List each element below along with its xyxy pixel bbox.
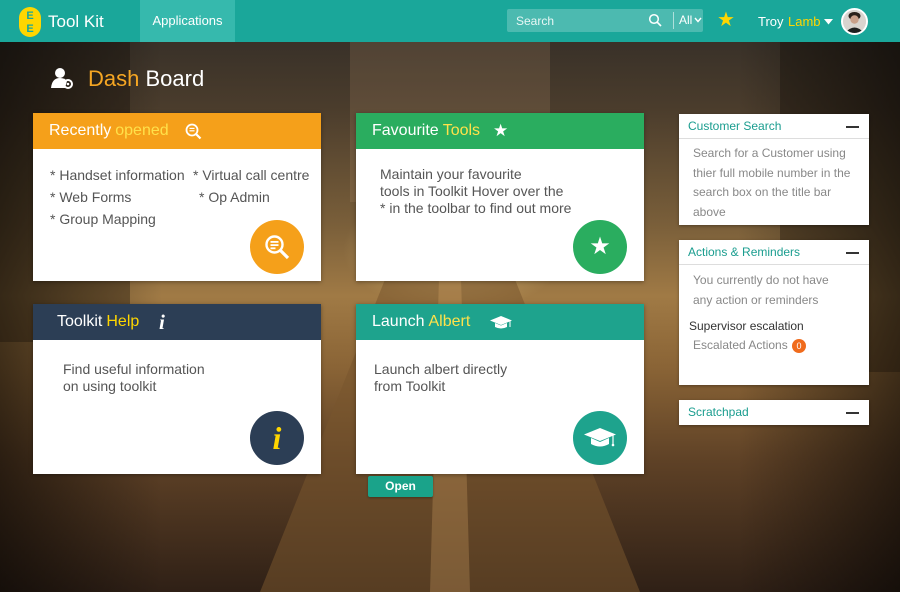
logo-letter: E (26, 23, 34, 35)
panel-title: Scratchpad (688, 405, 749, 419)
recent-item[interactable]: * Op Admin (199, 189, 270, 205)
favourite-star-button[interactable]: ★ (573, 220, 627, 274)
recently-opened-card: Recently opened * Handset information * V… (33, 113, 321, 281)
info-icon: i (159, 310, 165, 334)
card-title-highlight: Help (106, 313, 140, 330)
help-text: Find useful information on using toolkit (63, 361, 205, 395)
customer-search-header[interactable]: Customer Search (679, 114, 869, 139)
favourite-tools-header: Favourite Tools ★ (356, 113, 644, 149)
star-icon: ★ (493, 121, 509, 140)
albert-text: Launch albert directly from Toolkit (374, 361, 507, 395)
card-title-highlight: Albert (428, 313, 471, 330)
favourite-line: Maintain your favourite (380, 166, 522, 182)
actions-reminders-panel: Actions & Reminders You currently do not… (679, 240, 869, 385)
page-title: Dash Board (88, 66, 204, 92)
albert-launch-button[interactable] (573, 411, 627, 465)
avatar-person-icon (843, 10, 866, 33)
search-document-icon (265, 235, 290, 260)
actions-text: You currently do not have any action or … (693, 271, 829, 310)
scratchpad-header[interactable]: Scratchpad (679, 400, 869, 425)
ee-logo-icon[interactable]: E E (19, 7, 41, 37)
star-icon: ★ (589, 233, 611, 260)
minus-icon[interactable] (846, 412, 859, 414)
favourite-text: Maintain your favourite tools in Toolkit… (380, 166, 571, 217)
actions-reminders-header[interactable]: Actions & Reminders (679, 240, 869, 265)
favourite-tools-card: Favourite Tools ★ Maintain your favourite… (356, 113, 644, 281)
recent-item[interactable]: * Group Mapping (50, 211, 156, 227)
avatar[interactable] (841, 8, 868, 35)
user-menu-caret-icon[interactable] (824, 19, 833, 25)
page-title-part2: Board (145, 66, 205, 91)
nav-applications[interactable]: Applications (140, 0, 235, 42)
top-bar: E E Tool Kit Applications All ★ Troy Lam… (0, 0, 900, 42)
albert-line: from Toolkit (374, 378, 446, 394)
minus-icon[interactable] (846, 252, 859, 254)
graduation-cap-icon (584, 428, 616, 447)
chevron-down-icon[interactable] (694, 17, 702, 23)
app-title[interactable]: Tool Kit (48, 12, 104, 32)
user-first-name[interactable]: Troy (758, 14, 784, 29)
card-title-highlight: opened (115, 122, 169, 139)
minus-icon[interactable] (846, 126, 859, 128)
favourite-line: * in the toolbar to find out more (380, 200, 572, 216)
card-title: Favourite (372, 122, 439, 139)
supervisor-escalation-label: Supervisor escalation (689, 319, 804, 333)
toolkit-help-card: Toolkit Help i Find useful information on… (33, 304, 321, 474)
launch-albert-card: Launch Albert Launch albert directly from… (356, 304, 644, 497)
albert-line: Launch albert directly (374, 361, 508, 377)
search-document-icon (185, 123, 202, 140)
panel-title: Actions & Reminders (688, 245, 801, 259)
panel-line: search box on the title bar (693, 185, 832, 199)
recently-opened-header: Recently opened (33, 113, 321, 149)
launch-albert-header: Launch Albert (356, 304, 644, 340)
recent-item[interactable]: * Web Forms (50, 189, 131, 205)
card-title: Recently (49, 122, 112, 139)
customer-search-text: Search for a Customer using thier full m… (693, 144, 850, 222)
customer-search-panel: Customer Search Search for a Customer us… (679, 114, 869, 225)
favourite-line: tools in Toolkit Hover over the (380, 183, 564, 199)
info-icon: i (272, 420, 282, 456)
search-box: All (507, 9, 703, 32)
toolkit-help-header: Toolkit Help i (33, 304, 321, 340)
page-title-part1: Dash (88, 66, 140, 91)
recent-item[interactable]: * Handset information (50, 167, 185, 183)
scratchpad-panel: Scratchpad (679, 400, 869, 425)
help-line: Find useful information (63, 361, 205, 377)
panel-title: Customer Search (688, 119, 782, 133)
logo-letter: E (26, 10, 34, 22)
card-title: Toolkit (57, 313, 103, 330)
panel-line: Search for a Customer using (693, 146, 846, 160)
search-input[interactable] (507, 9, 667, 32)
recent-search-button[interactable] (250, 220, 304, 274)
graduation-cap-icon (490, 316, 512, 329)
escalated-actions-link[interactable]: Escalated Actions (693, 336, 788, 356)
escalated-count-badge: 0 (792, 339, 806, 353)
search-icon[interactable] (648, 13, 662, 27)
panel-line: above (693, 204, 726, 219)
panel-line: any action or reminders (693, 292, 819, 307)
favourites-star-icon[interactable]: ★ (717, 9, 735, 31)
help-info-button[interactable]: i (250, 411, 304, 465)
panel-line: You currently do not have (693, 273, 829, 287)
card-title-highlight: Tools (442, 122, 481, 139)
card-title: Launch (372, 313, 425, 330)
panel-line: thier full mobile number in the (693, 165, 851, 180)
user-gear-icon (51, 68, 73, 89)
recent-item[interactable]: * Virtual call centre (193, 167, 309, 183)
help-line: on using toolkit (63, 378, 157, 394)
user-last-name[interactable]: Lamb (788, 14, 821, 29)
open-albert-button[interactable]: Open (368, 476, 433, 497)
